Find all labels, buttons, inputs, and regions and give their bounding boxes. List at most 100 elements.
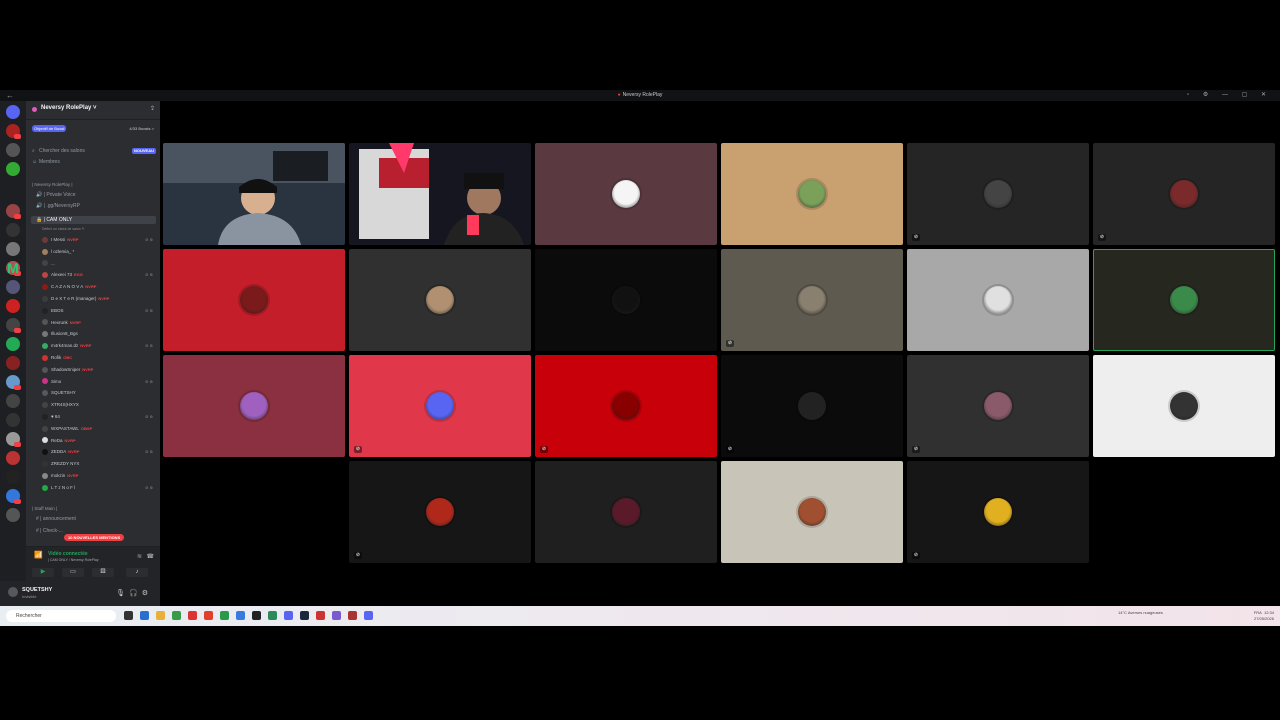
voice-member[interactable]: ♥ 84 ⊘ ⊚ (42, 413, 156, 421)
video-tile[interactable]: ⊘ (907, 143, 1089, 245)
channel-cam-only[interactable]: 🔒 | CAM ONLY (31, 216, 156, 224)
system-tray[interactable]: FRA 12:34 27/05/2026 (1254, 610, 1274, 622)
soundboard-button[interactable]: ♪ (126, 568, 148, 577)
taskbar-search[interactable]: Rechercher (6, 610, 116, 622)
voice-member[interactable]: ZREZDY NYX (42, 460, 156, 468)
taskbar-app-icon[interactable] (300, 611, 309, 620)
voice-member[interactable]: D e X T e R (manager) NVRP (42, 295, 156, 303)
voice-member[interactable]: Illusion8_Bgs (42, 330, 156, 338)
video-tile[interactable] (163, 249, 345, 351)
members-item[interactable]: ☺ Membres (32, 158, 156, 167)
taskbar-app-icon[interactable] (156, 611, 165, 620)
video-tile[interactable] (535, 249, 717, 351)
voice-member[interactable]: Rofik OBC (42, 354, 156, 362)
taskbar-app-icon[interactable] (284, 611, 293, 620)
server-icon[interactable] (6, 223, 20, 237)
voice-member[interactable]: C A Z A N O V A NVRP (42, 283, 156, 291)
video-tile[interactable] (907, 249, 1089, 351)
avatar[interactable] (8, 587, 18, 597)
video-tile[interactable] (1093, 355, 1275, 457)
voice-member[interactable]: ZEDDA NVRP ⊘ ⊚ (42, 448, 156, 456)
voice-location[interactable]: | CAM ONLY / Neversy RolePlay (48, 558, 99, 562)
channel-private-voice[interactable]: 🔊 | Private Voice (36, 191, 156, 199)
disconnect-icon[interactable]: ☎ (147, 553, 154, 560)
server-icon[interactable] (6, 394, 20, 408)
voice-member[interactable]: L T z N o F l ⊘ ⊚ (42, 484, 156, 492)
noise-suppression-icon[interactable]: ≋ (137, 553, 142, 560)
voice-member[interactable]: XTR4S|HXYX (42, 401, 156, 409)
guild-name[interactable]: Neversy RolePlay ˅ (41, 105, 97, 111)
video-tile[interactable]: ⊘ (535, 355, 717, 457)
voice-member[interactable]: Alexeei 73 EGG ⊘ ⊚ (42, 271, 156, 279)
video-tile[interactable] (1093, 249, 1275, 351)
video-tile[interactable]: ⊘ (1093, 143, 1275, 245)
server-icon-m[interactable]: M (6, 261, 20, 275)
video-tile[interactable]: ⊘ (907, 461, 1089, 563)
voice-member[interactable]: I Messi NVRP ⊘ ⊚ (42, 236, 156, 244)
invite-icon[interactable]: ⇪ (150, 105, 155, 112)
user-controls[interactable]: 🎙🎧⚙ (116, 589, 152, 597)
video-tile-camera-2[interactable] (349, 143, 531, 245)
channel-announcement[interactable]: # | announcement (36, 515, 156, 523)
voice-member[interactable]: EBOS ⊘ ⊚ (42, 307, 156, 315)
video-tile-camera-1[interactable] (163, 143, 345, 245)
camera-button[interactable]: ▶ (32, 568, 54, 577)
guild-header[interactable]: Neversy RolePlay ˅ ⇪ (26, 101, 160, 120)
taskbar-app-icon[interactable] (236, 611, 245, 620)
taskbar-app-icon[interactable] (220, 611, 229, 620)
video-tile[interactable] (721, 461, 903, 563)
voice-member[interactable]: l ozlemia_ * (42, 248, 156, 256)
category-neversy[interactable]: | Neversy RolePlay | (32, 182, 73, 187)
channel-gg[interactable]: 🔊 | .gg/NeversyRP (36, 202, 156, 210)
voice-member[interactable]: m4rk4man.dz NVRP ⊘ ⊚ (42, 342, 156, 350)
server-icon[interactable] (6, 299, 20, 313)
search-channels-item[interactable]: ⌕ Chercher des salons NOUVEAU (32, 147, 156, 156)
category-staff[interactable]: | Staff Main | (32, 506, 57, 511)
screen-share-button[interactable]: ▭ (62, 568, 84, 577)
taskbar-app-icon[interactable] (252, 611, 261, 620)
server-icon[interactable] (6, 242, 20, 256)
taskbar-app-icon[interactable] (172, 611, 181, 620)
video-tile[interactable] (535, 143, 717, 245)
taskbar-app-icon[interactable] (204, 611, 213, 620)
taskbar-app-icon[interactable] (124, 611, 133, 620)
voice-member[interactable]: ... (42, 260, 156, 268)
taskbar-app-icon[interactable] (364, 611, 373, 620)
mic-icon[interactable]: 🎙 (116, 590, 129, 597)
taskbar-app-icon[interactable] (188, 611, 197, 620)
headphones-icon[interactable]: 🎧 (129, 590, 142, 597)
server-icon[interactable] (6, 470, 20, 484)
voice-member[interactable]: WXPASTAWL OBSP (42, 425, 156, 433)
server-icon[interactable] (6, 413, 20, 427)
activities-button[interactable]: ⚄ (92, 568, 114, 577)
voice-member[interactable]: ShadowSniper NVRP (42, 366, 156, 374)
taskbar-app-icon[interactable] (268, 611, 277, 620)
server-icon[interactable] (6, 451, 20, 465)
video-tile[interactable]: ⊘ (349, 355, 531, 457)
voice-member[interactable]: mokzin NVRP (42, 472, 156, 480)
taskbar-app-icon[interactable] (140, 611, 149, 620)
video-tile[interactable]: ⊘ (349, 461, 531, 563)
video-tile[interactable]: ⊘ (907, 355, 1089, 457)
video-tile[interactable]: ⊘ (721, 249, 903, 351)
voice-member[interactable]: SQUETSHY (42, 389, 156, 397)
video-tile[interactable] (349, 249, 531, 351)
server-icon[interactable] (6, 280, 20, 294)
server-icon[interactable] (6, 105, 20, 119)
server-icon[interactable] (6, 356, 20, 370)
voice-member[interactable]: Simo ⊘ ⊚ (42, 378, 156, 386)
voice-member[interactable]: Hexrunk NVRP (42, 319, 156, 327)
gear-icon[interactable]: ⚙ (142, 590, 152, 597)
username[interactable]: SQUETSHY (22, 587, 52, 593)
video-tile[interactable] (721, 143, 903, 245)
boost-goal-bar[interactable]: Objectif de Boost 4/33 Boosts > (32, 125, 154, 134)
server-icon[interactable] (6, 143, 20, 157)
weather-widget[interactable]: 14°C Averses nuageuses (1118, 610, 1163, 616)
video-tile[interactable] (535, 461, 717, 563)
server-icon[interactable] (6, 508, 20, 522)
taskbar-app-icon[interactable] (332, 611, 341, 620)
taskbar-app-icon[interactable] (348, 611, 357, 620)
window-controls[interactable]: ▫ ⚙ — ▢ ✕ (1187, 90, 1272, 101)
video-tile[interactable] (163, 355, 345, 457)
server-icon[interactable] (6, 337, 20, 351)
